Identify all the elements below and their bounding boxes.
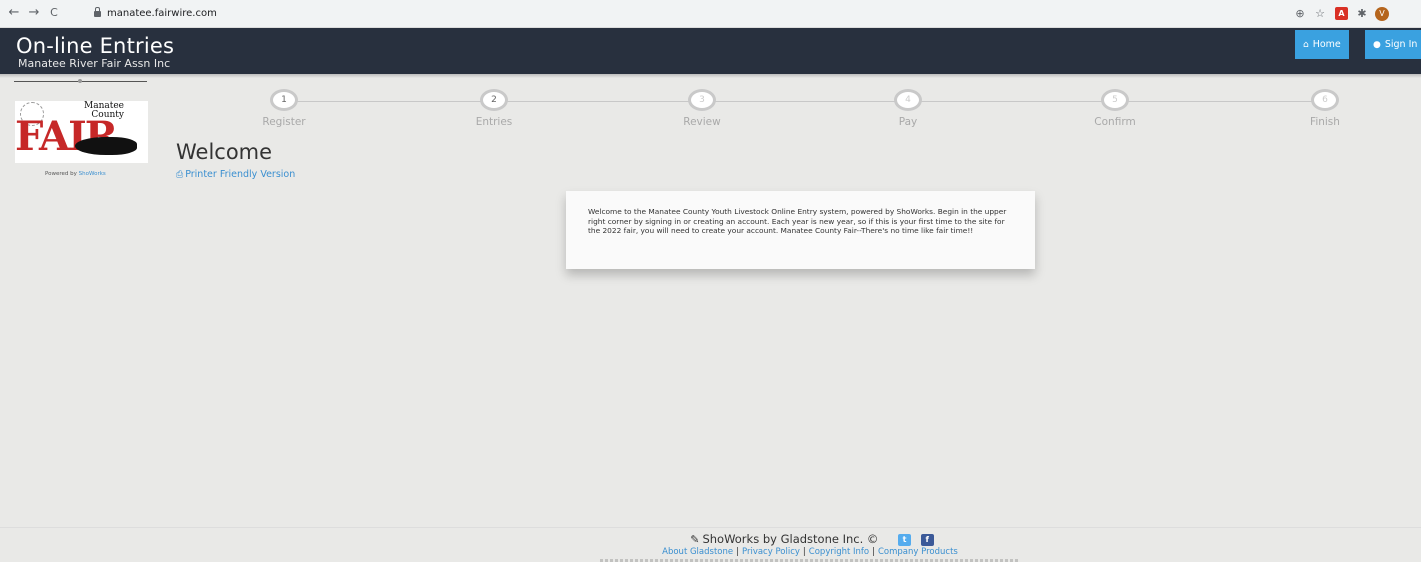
facebook-icon[interactable]: f (920, 533, 934, 546)
site-header: On-line Entries Manatee River Fair Assn … (0, 28, 1421, 74)
sign-in-label: Sign In (1384, 39, 1418, 50)
welcome-message-box: Welcome to the Manatee County Youth Live… (566, 191, 1035, 269)
step-3-label: Review (683, 116, 721, 128)
step-6-label: Finish (1310, 116, 1340, 128)
footer-brand: ✎ ShoWorks by Gladstone Inc. © t f (602, 532, 1022, 546)
step-2-circle: 2 (480, 89, 508, 111)
sidebar-divider-dot (78, 79, 82, 83)
company-products-link[interactable]: Company Products (878, 547, 958, 557)
showorks-logo-icon: ✎ (690, 533, 700, 546)
footer-divider (0, 527, 1421, 528)
pdf-extension-icon[interactable]: A (1335, 7, 1348, 20)
back-icon[interactable]: ← (6, 5, 22, 20)
footer-links: About Gladstone | Privacy Policy | Copyright… (662, 547, 958, 557)
step-4-circle: 4 (894, 89, 922, 111)
header-shadow (0, 74, 1421, 78)
site-title: On-line Entries (16, 34, 175, 58)
step-4-label: Pay (898, 116, 918, 128)
about-gladstone-link[interactable]: About Gladstone (662, 547, 733, 557)
url-text: manatee.fairwire.com (107, 8, 217, 19)
forward-icon[interactable]: → (26, 5, 42, 20)
step-1-label: Register (262, 116, 306, 128)
home-label: Home (1312, 39, 1341, 50)
manatee-graphic (75, 137, 137, 155)
powered-by-text: Powered by ShoWorks (45, 171, 106, 177)
home-button[interactable]: ⌂ Home (1295, 30, 1349, 59)
page-title: Welcome (176, 140, 273, 164)
printer-icon: ⎙ (176, 170, 184, 180)
reload-icon[interactable]: C (46, 6, 62, 19)
copyright-info-link[interactable]: Copyright Info (809, 547, 869, 557)
step-1-circle: 1 (270, 89, 298, 111)
browser-toolbar: ← → C manatee.fairwire.com ⊕ ☆ A ✱ V (0, 0, 1421, 28)
profile-avatar[interactable]: V (1375, 7, 1389, 21)
bookmark-star-icon[interactable]: ☆ (1312, 6, 1328, 22)
address-bar[interactable]: manatee.fairwire.com (94, 5, 1274, 23)
step-5-circle: 5 (1101, 89, 1129, 111)
home-icon: ⌂ (1303, 40, 1309, 50)
showorks-link[interactable]: ShoWorks (79, 171, 106, 177)
extensions-puzzle-icon[interactable]: ✱ (1354, 6, 1370, 22)
twitter-icon[interactable]: t (898, 533, 912, 546)
step-6-circle: 6 (1311, 89, 1339, 111)
zoom-icon[interactable]: ⊕ (1292, 6, 1308, 22)
privacy-policy-link[interactable]: Privacy Policy (742, 547, 800, 557)
printer-friendly-label: Printer Friendly Version (185, 169, 296, 180)
fair-logo: Manatee County FAIR (15, 101, 148, 163)
sign-in-button[interactable]: ● Sign In (1365, 30, 1421, 59)
progress-line (284, 101, 1324, 102)
step-2-label: Entries (475, 116, 513, 128)
step-5-label: Confirm (1094, 116, 1136, 128)
welcome-message-text: Welcome to the Manatee County Youth Live… (588, 207, 1007, 235)
footer-brand-text: ShoWorks by Gladstone Inc. © (702, 532, 879, 546)
user-icon: ● (1373, 40, 1381, 50)
site-subtitle: Manatee River Fair Assn Inc (18, 57, 171, 70)
step-3-circle: 3 (688, 89, 716, 111)
lock-icon (94, 7, 101, 17)
printer-friendly-link[interactable]: ⎙ Printer Friendly Version (176, 169, 295, 180)
